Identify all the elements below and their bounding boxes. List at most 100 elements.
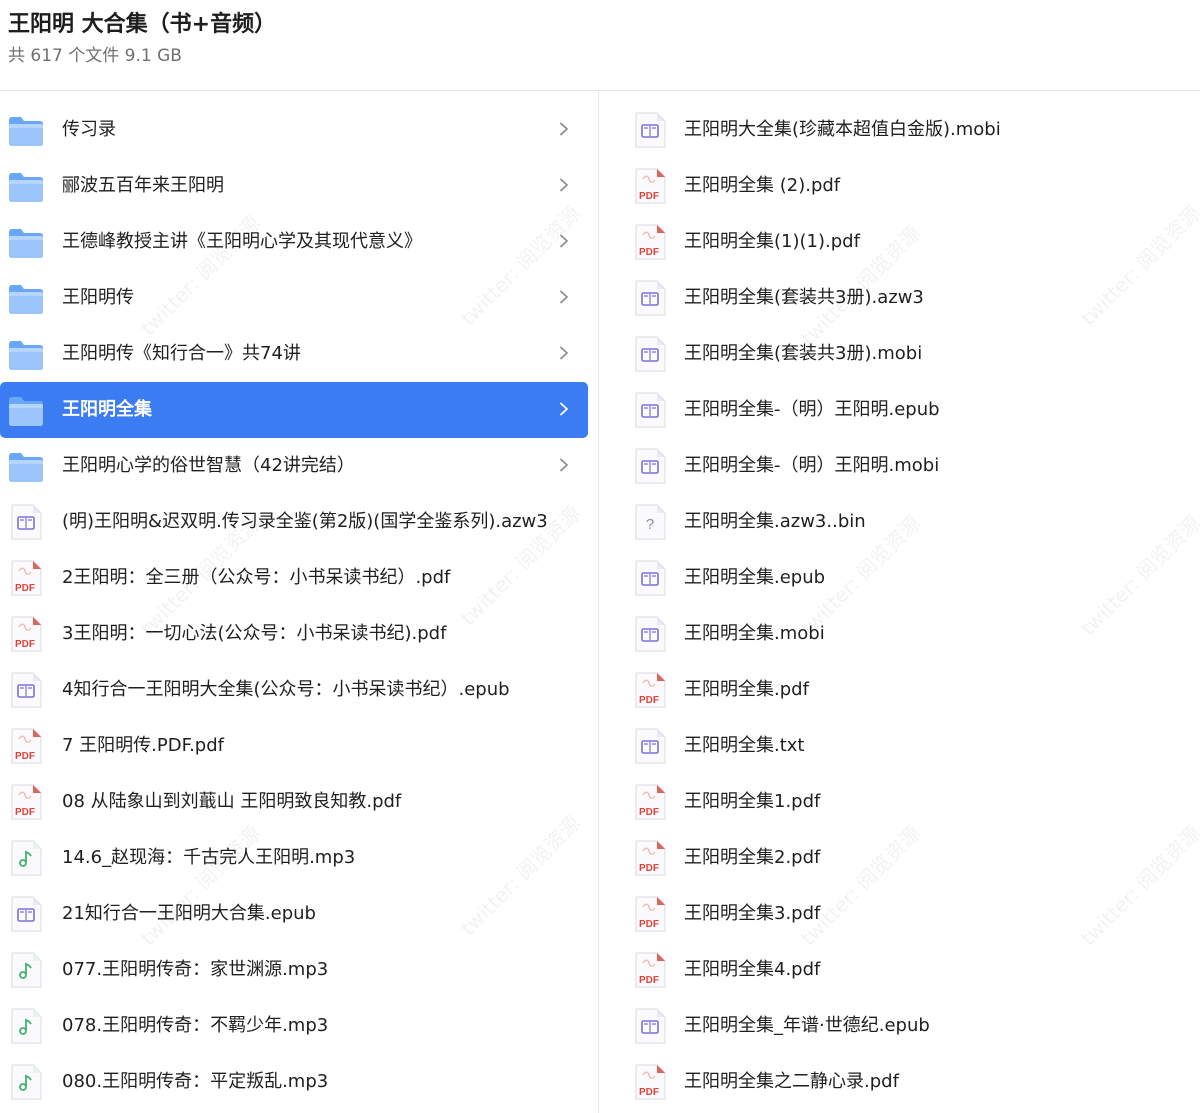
file-row[interactable]: 王阳明全集-（明）王阳明.mobi: [622, 438, 1200, 494]
file-row[interactable]: PDF 王阳明全集.pdf: [622, 662, 1200, 718]
file-row[interactable]: 王阳明全集(套装共3册).azw3: [622, 270, 1200, 326]
folder-row[interactable]: 王阳明全集: [0, 382, 588, 438]
file-row[interactable]: 4知行合一王阳明大全集(公众号：小书呆读书纪）.epub: [0, 662, 588, 718]
pdf-file-icon: PDF: [11, 784, 42, 820]
file-row[interactable]: 王阳明全集_年谱·世德纪.epub: [622, 998, 1200, 1054]
item-name: 王阳明心学的俗世智慧（42讲完结）: [62, 455, 355, 476]
item-name: 王阳明全集.azw3..bin: [684, 511, 866, 532]
file-row[interactable]: PDF 08 从陆象山到刘蕺山 王阳明致良知教.pdf: [0, 774, 588, 830]
item-name: 7 王阳明传.PDF.pdf: [62, 735, 224, 756]
pdf-badge: PDF: [639, 191, 659, 202]
pdf-badge: PDF: [639, 1087, 659, 1098]
right-file-column: 王阳明大全集(珍藏本超值白金版).mobi PDF 王阳明全集 (2).pdf PDF…: [622, 102, 1200, 1110]
file-row[interactable]: 王阳明大全集(珍藏本超值白金版).mobi: [622, 102, 1200, 158]
folder-icon: [9, 117, 43, 146]
file-row[interactable]: PDF 3王阳明：一切心法(公众号：小书呆读书纪).pdf: [0, 606, 588, 662]
pdf-file-icon: PDF: [635, 784, 666, 820]
ebook-file-icon: [635, 112, 666, 148]
item-name: 王阳明全集(套装共3册).mobi: [684, 343, 923, 364]
item-name: 王阳明全集3.pdf: [684, 903, 821, 924]
pdf-badge: PDF: [639, 863, 659, 874]
file-row[interactable]: PDF 2王阳明：全三册（公众号：小书呆读书纪）.pdf: [0, 550, 588, 606]
file-row[interactable]: 080.王阳明传奇：平定叛乱.mp3: [0, 1054, 588, 1110]
item-name: 王阳明全集: [62, 399, 152, 420]
file-summary: 共 617 个文件 9.1 GB: [8, 46, 182, 66]
item-name: 080.王阳明传奇：平定叛乱.mp3: [62, 1071, 329, 1092]
item-name: 078.王阳明传奇：不羁少年.mp3: [62, 1015, 329, 1036]
file-row[interactable]: 王阳明全集(套装共3册).mobi: [622, 326, 1200, 382]
pdf-file-icon: PDF: [635, 952, 666, 988]
chevron-right-icon: [560, 178, 568, 192]
audio-file-icon: [11, 840, 42, 876]
pdf-badge: PDF: [639, 975, 659, 986]
pdf-file-icon: PDF: [11, 560, 42, 596]
file-row[interactable]: 王阳明全集.epub: [622, 550, 1200, 606]
item-name: 2王阳明：全三册（公众号：小书呆读书纪）.pdf: [62, 567, 451, 588]
file-row[interactable]: 14.6_赵现海：千古完人王阳明.mp3: [0, 830, 588, 886]
item-name: 王阳明全集_年谱·世德纪.epub: [684, 1015, 930, 1036]
column-divider: [598, 91, 599, 1113]
item-name: 王阳明全集 (2).pdf: [684, 175, 841, 196]
item-name: 王阳明大全集(珍藏本超值白金版).mobi: [684, 119, 1001, 140]
pdf-file-icon: PDF: [635, 168, 666, 204]
unknown-badge: ?: [646, 516, 654, 533]
pdf-file-icon: PDF: [635, 840, 666, 876]
file-row[interactable]: PDF 王阳明全集4.pdf: [622, 942, 1200, 998]
folder-row[interactable]: 王阳明传《知行合一》共74讲: [0, 326, 588, 382]
file-row[interactable]: PDF 7 王阳明传.PDF.pdf: [0, 718, 588, 774]
folder-row[interactable]: 王德峰教授主讲《王阳明心学及其现代意义》: [0, 214, 588, 270]
audio-file-icon: [11, 952, 42, 988]
chevron-right-icon: [560, 234, 568, 248]
ebook-file-icon: [635, 1008, 666, 1044]
folder-row[interactable]: 王阳明传: [0, 270, 588, 326]
item-name: 王阳明全集.pdf: [684, 679, 809, 700]
file-row[interactable]: 077.王阳明传奇：家世渊源.mp3: [0, 942, 588, 998]
file-row[interactable]: PDF 王阳明全集3.pdf: [622, 886, 1200, 942]
pdf-badge: PDF: [15, 583, 35, 594]
item-name: 4知行合一王阳明大全集(公众号：小书呆读书纪）.epub: [62, 679, 510, 700]
item-name: 王阳明全集.epub: [684, 567, 826, 588]
chevron-right-icon: [560, 290, 568, 304]
file-row[interactable]: PDF 王阳明全集 (2).pdf: [622, 158, 1200, 214]
file-row[interactable]: PDF 王阳明全集(1)(1).pdf: [622, 214, 1200, 270]
audio-file-icon: [11, 1008, 42, 1044]
file-row[interactable]: (明)王阳明&迟双明.传习录全鉴(第2版)(国学全鉴系列).azw3: [0, 494, 588, 550]
folder-row[interactable]: 郦波五百年来王阳明: [0, 158, 588, 214]
pdf-file-icon: PDF: [635, 672, 666, 708]
item-name: 王阳明全集4.pdf: [684, 959, 821, 980]
item-name: 王阳明全集.txt: [684, 735, 805, 756]
file-row[interactable]: PDF 王阳明全集2.pdf: [622, 830, 1200, 886]
item-name: 3王阳明：一切心法(公众号：小书呆读书纪).pdf: [62, 623, 447, 644]
page-title: 王阳明 大合集（书+音频）: [8, 12, 277, 37]
folder-icon: [9, 229, 43, 258]
audio-file-icon: [11, 1064, 42, 1100]
left-file-column: 传习录郦波五百年来王阳明王德峰教授主讲《王阳明心学及其现代意义》王阳明传 王阳明传…: [0, 102, 588, 1110]
file-row[interactable]: 王阳明全集.mobi: [622, 606, 1200, 662]
item-name: 王阳明全集(1)(1).pdf: [684, 231, 860, 252]
file-row[interactable]: 王阳明全集.txt: [622, 718, 1200, 774]
file-row[interactable]: 王阳明全集-（明）王阳明.epub: [622, 382, 1200, 438]
folder-icon: [9, 341, 43, 370]
ebook-file-icon: [635, 616, 666, 652]
file-row[interactable]: ? 王阳明全集.azw3..bin: [622, 494, 1200, 550]
pdf-file-icon: PDF: [11, 616, 42, 652]
header: 王阳明 大合集（书+音频） 共 617 个文件 9.1 GB: [0, 0, 1200, 90]
pdf-file-icon: PDF: [11, 728, 42, 764]
pdf-badge: PDF: [15, 751, 35, 762]
file-row[interactable]: PDF 王阳明全集1.pdf: [622, 774, 1200, 830]
item-name: 郦波五百年来王阳明: [62, 175, 224, 196]
file-row[interactable]: 078.王阳明传奇：不羁少年.mp3: [0, 998, 588, 1054]
item-name: 王德峰教授主讲《王阳明心学及其现代意义》: [62, 231, 422, 252]
file-row[interactable]: PDF 王阳明全集之二静心录.pdf: [622, 1054, 1200, 1110]
folder-row[interactable]: 传习录: [0, 102, 588, 158]
chevron-right-icon: [560, 458, 568, 472]
ebook-file-icon: [11, 896, 42, 932]
pdf-badge: PDF: [639, 919, 659, 930]
chevron-right-icon: [560, 346, 568, 360]
chevron-right-icon: [560, 122, 568, 136]
pdf-file-icon: PDF: [635, 1064, 666, 1100]
unknown-file-icon: ?: [635, 504, 666, 540]
pdf-file-icon: PDF: [635, 224, 666, 260]
file-row[interactable]: 21知行合一王阳明大合集.epub: [0, 886, 588, 942]
folder-row[interactable]: 王阳明心学的俗世智慧（42讲完结）: [0, 438, 588, 494]
